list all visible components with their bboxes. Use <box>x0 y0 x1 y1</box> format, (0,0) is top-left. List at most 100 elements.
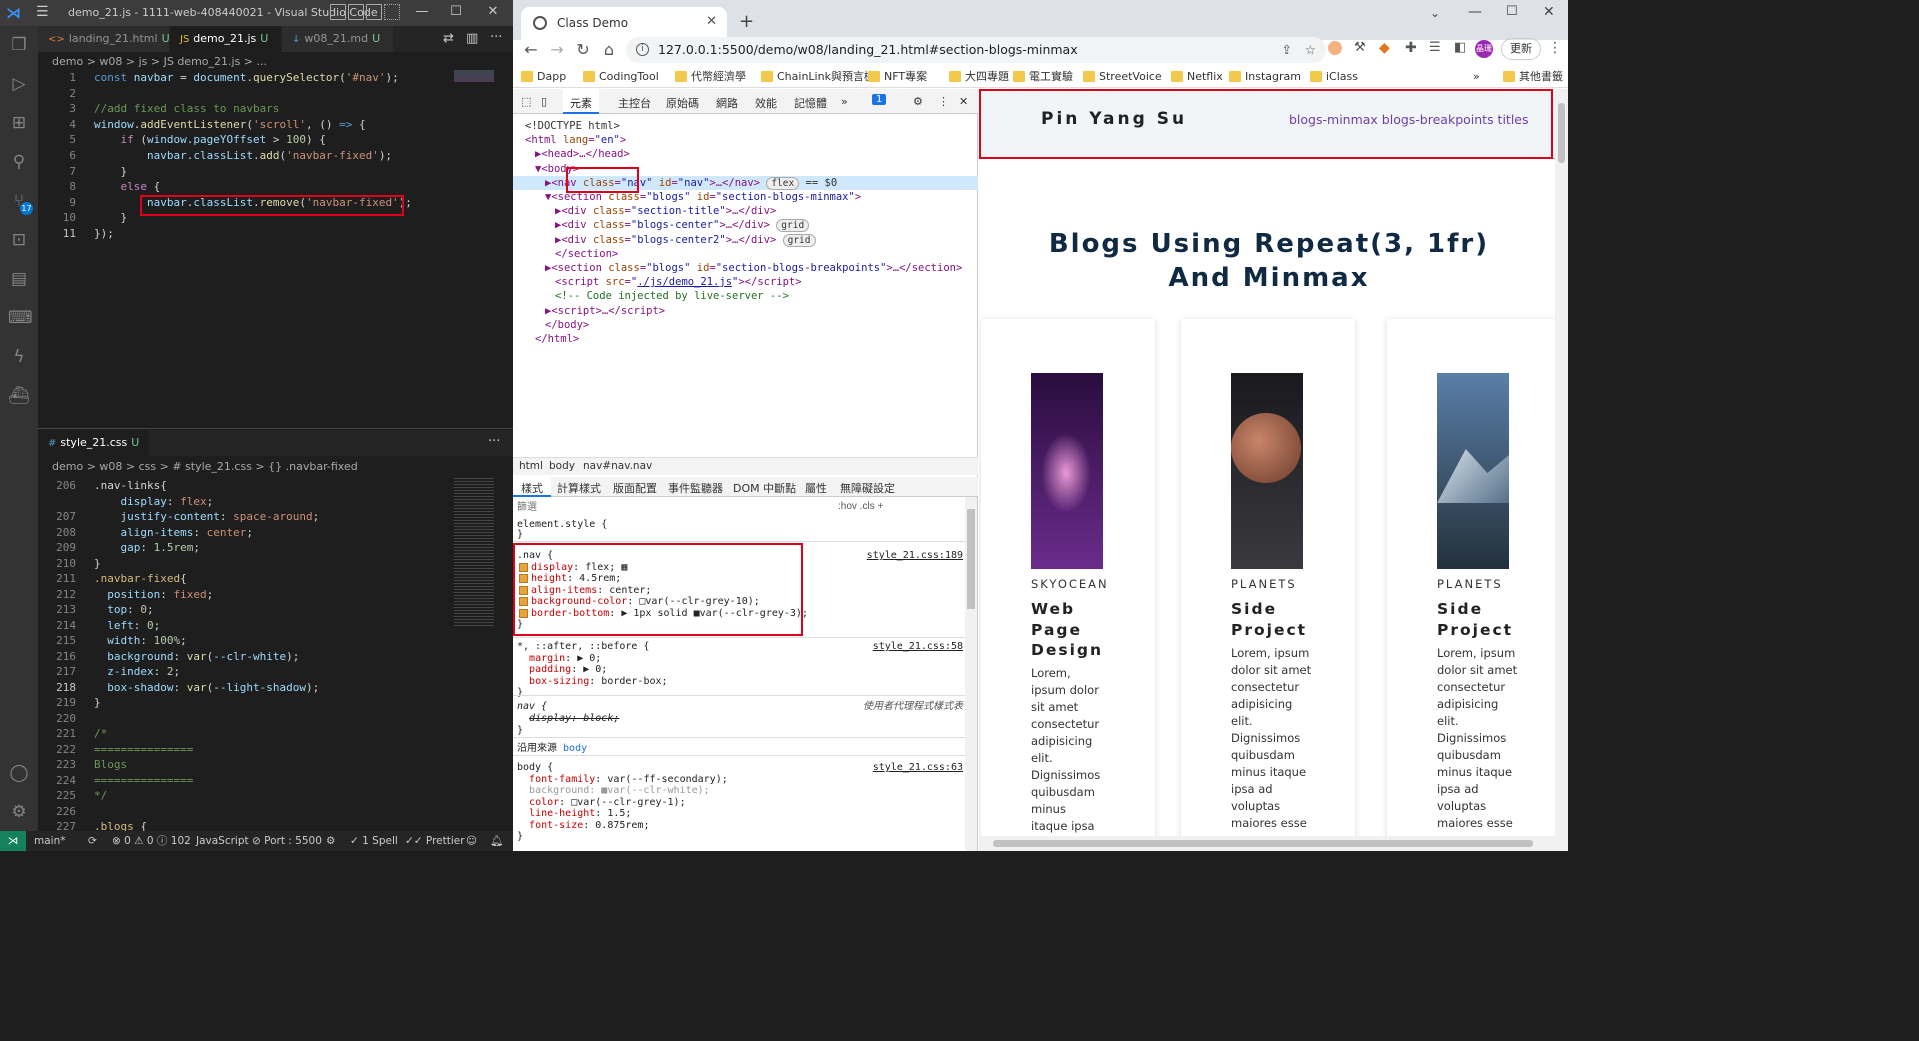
extension-avatar-icon[interactable] <box>1328 41 1342 55</box>
compare-changes-icon[interactable]: ⇄ <box>443 31 454 46</box>
dom-node[interactable]: <script src="./js/demo_21.js"></script> <box>555 275 802 289</box>
dom-node[interactable]: <html lang="en"> <box>525 133 626 147</box>
devtools-menu-icon[interactable]: ⋮ <box>938 95 949 108</box>
browser-maximize-icon[interactable]: ☐ <box>1506 4 1518 19</box>
dom-node[interactable]: ▶<div class="blogs-center2">…</div> grid <box>555 233 816 248</box>
dom-node[interactable]: ▶<div class="blogs-center">…</div> grid <box>555 218 810 233</box>
code-line[interactable]: gap: 1.5rem; <box>94 540 201 556</box>
device-toggle-icon[interactable]: ▯ <box>541 95 547 108</box>
side-panel-icon[interactable]: ◧ <box>1454 40 1466 55</box>
dom-node[interactable]: </body> <box>545 318 589 332</box>
code-line[interactable]: display: flex; <box>94 494 214 510</box>
site-info-icon[interactable]: i <box>636 43 649 56</box>
spell-status[interactable]: ✓ 1 Spell <box>350 831 398 851</box>
home-icon[interactable]: ⌂ <box>599 40 619 60</box>
bookmark-item[interactable]: ChainLink與預言機 <box>761 69 875 85</box>
tab-memory[interactable]: 記憶體 <box>794 95 827 111</box>
code-line[interactable]: position: fixed; <box>94 587 213 603</box>
blog-card[interactable]: PLANETS Side Project Lorem, ipsum dolor si… <box>1181 319 1355 851</box>
style-source-link[interactable]: style_21.css:58 <box>873 641 963 653</box>
terminal-icon[interactable]: ⌨ <box>8 307 33 329</box>
remote-explorer-icon[interactable]: ⊡ <box>8 229 30 251</box>
code-line[interactable]: const navbar = document.querySelector('#… <box>94 70 399 86</box>
forward-icon[interactable]: → <box>547 40 567 60</box>
bookmark-item[interactable]: Instagram <box>1229 69 1301 85</box>
blog-card[interactable]: SKYOCEAN Web Page Design Lorem, ipsum dolo… <box>981 319 1155 851</box>
style-line[interactable]: 沿用來源 body <box>517 743 587 755</box>
style-source-link[interactable]: 使用者代理程式樣式表 <box>863 701 963 713</box>
tab-styles[interactable]: 樣式 <box>513 477 551 497</box>
code-line[interactable]: align-items: center; <box>94 525 253 541</box>
extensions-puzzle-icon[interactable]: ✚ <box>1405 40 1417 56</box>
thunder-icon[interactable]: ϟ <box>8 346 30 368</box>
feedback-icon[interactable]: ☺ <box>466 831 477 851</box>
bookmark-item[interactable]: Netflix <box>1171 69 1223 85</box>
dom-node[interactable]: ▶<div class="section-title">…</div> <box>555 204 776 218</box>
reading-list-icon[interactable]: ☰ <box>1429 40 1441 55</box>
bookmark-star-icon[interactable]: ☆ <box>1305 37 1316 63</box>
notifications-icon[interactable]: 🔔︎ <box>490 831 503 851</box>
style-line[interactable]: body { <box>517 762 553 774</box>
code-line[interactable]: z-index: 2; <box>94 664 180 680</box>
minimap-js[interactable] <box>452 70 498 150</box>
style-line[interactable]: nav { <box>517 701 547 713</box>
tab-properties[interactable]: 屬性 <box>805 480 827 496</box>
style-line[interactable]: color: □var(--clr-grey-1); <box>517 797 686 809</box>
tab-style-css[interactable]: # style_21.css U <box>38 430 150 456</box>
bookmark-item[interactable]: iClass <box>1310 69 1358 85</box>
prettier-status[interactable]: ✓✓ Prettier <box>405 831 465 851</box>
tab-dom-breakpoints[interactable]: DOM 中斷點 <box>733 480 796 496</box>
dom-node[interactable]: <!-- Code injected by live-server --> <box>555 289 789 303</box>
code-line[interactable]: } <box>94 164 127 180</box>
code-line[interactable]: width: 100%; <box>94 633 187 649</box>
live-share-icon[interactable]: ⚙ <box>326 831 335 851</box>
tab-w08-md[interactable]: ↓ w08_21.md U <box>282 26 394 52</box>
blog-card[interactable]: PLANETS Side Project Lorem, ipsum dolor si… <box>1387 319 1561 851</box>
extensions-icon[interactable]: ⊞ <box>8 112 30 134</box>
more-tabs-icon[interactable]: » <box>841 95 848 108</box>
code-line[interactable]: }); <box>94 226 114 242</box>
style-line[interactable]: box-sizing: border-box; <box>517 676 668 688</box>
minimap-css[interactable] <box>452 478 498 831</box>
code-line[interactable]: .blogs { <box>94 819 147 831</box>
browser-close-icon[interactable]: ✕ <box>1543 4 1555 20</box>
crumb-nav[interactable]: nav#nav.nav <box>583 460 652 472</box>
style-line[interactable]: *, ::after, ::before { <box>517 641 649 653</box>
code-line[interactable]: background: var(--clr-white); <box>94 649 299 665</box>
bookmark-item[interactable]: NFT專案 <box>868 69 927 85</box>
style-line[interactable]: margin: ▶ 0; <box>517 653 601 665</box>
address-bar[interactable]: i 127.0.0.1:5500/demo/w08/landing_21.htm… <box>626 37 1326 63</box>
styles-filter-input[interactable] <box>513 499 833 515</box>
editor-js[interactable]: 1 const navbar = document.querySelector('… <box>38 70 513 425</box>
search-icon[interactable]: ⚲ <box>8 151 30 173</box>
style-line[interactable]: display: block; <box>517 713 619 725</box>
chrome-menu-icon[interactable]: ⋮ <box>1548 40 1562 56</box>
crumb-body[interactable]: body <box>549 460 575 472</box>
tab-elements[interactable]: 元素 <box>563 89 599 114</box>
code-line[interactable]: */ <box>94 788 107 804</box>
code-line[interactable]: window.addEventListener('scroll', () => … <box>94 117 366 133</box>
editor-css[interactable]: 206 .nav-links{ display: flex; 207 justify… <box>38 478 513 831</box>
code-line[interactable]: } <box>94 556 101 572</box>
browser-tab[interactable]: Class Demo ✕ <box>521 7 727 40</box>
bookmark-item[interactable]: 大四專題 <box>949 69 1009 85</box>
styles-scrollbar[interactable] <box>965 497 977 851</box>
style-line[interactable]: } <box>517 725 523 737</box>
docker-icon[interactable]: ⛴ <box>8 385 30 407</box>
minimize-icon[interactable]: — <box>412 3 432 21</box>
branch-status[interactable]: main* <box>34 831 66 851</box>
notebook-icon[interactable]: ▤ <box>8 268 30 290</box>
vertical-scrollbar[interactable] <box>1555 89 1568 851</box>
code-line[interactable]: else { <box>94 179 161 195</box>
dom-node[interactable]: ▶<head>…</head> <box>535 147 630 161</box>
code-line[interactable]: Blogs <box>94 757 127 773</box>
sync-icon[interactable]: ⟳ <box>88 831 97 851</box>
tab-landing-html[interactable]: <> landing_21.html U <box>38 26 170 52</box>
reload-icon[interactable]: ↻ <box>573 40 593 60</box>
code-line[interactable]: } <box>94 210 127 226</box>
style-line[interactable]: element.style { <box>517 519 607 531</box>
dom-node[interactable]: ▶<script>…</script> <box>545 304 665 318</box>
tab-layout[interactable]: 版面配置 <box>613 480 657 496</box>
style-line[interactable]: } <box>517 529 523 541</box>
close-icon[interactable]: ✕ <box>483 3 503 21</box>
